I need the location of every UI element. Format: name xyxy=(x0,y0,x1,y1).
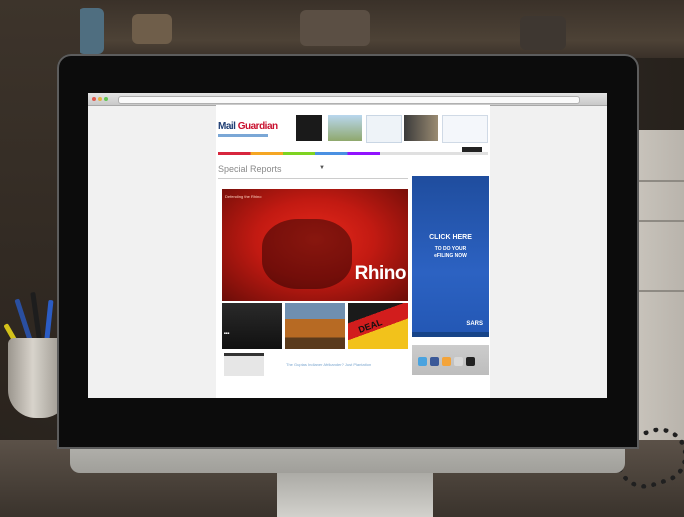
ad-cta-line: TO DO YOUR xyxy=(434,246,467,252)
sidebar-widget[interactable] xyxy=(224,353,264,376)
ad-cta-line: eFILING NOW xyxy=(434,253,467,259)
sars-logo: SARS xyxy=(466,321,483,327)
logo-underline xyxy=(218,134,268,137)
imac-screen: Mail Guardian Special Reports ▼ Defendin… xyxy=(88,93,607,398)
shelf-object xyxy=(300,10,370,46)
ad-cta-heading: CLICK HERE xyxy=(429,234,472,241)
hero-title: Rhino xyxy=(354,263,407,284)
story-thumbnail[interactable] xyxy=(285,303,345,349)
web-page: Mail Guardian Special Reports ▼ Defendin… xyxy=(216,105,490,398)
shelf-object xyxy=(520,16,566,50)
logo-word-mail: Mail xyxy=(218,121,236,132)
divider xyxy=(218,178,408,179)
photo-scene:  Mail Guardian Special Reports ▼ xyxy=(0,0,684,517)
imac-stand xyxy=(277,470,433,517)
logo-word-guardian: Guardian xyxy=(237,121,278,132)
hero-feature[interactable]: Defending the Rhino Rhino xyxy=(222,189,408,301)
window-zoom-button[interactable] xyxy=(104,97,108,101)
ad-footer-strip xyxy=(412,332,489,337)
hero-silhouette xyxy=(262,219,352,289)
sars-efiling-ad[interactable]: CLICK HERE TO DO YOUR eFILING NOW SARS xyxy=(412,176,489,337)
twitter-icon[interactable] xyxy=(418,357,427,366)
facebook-icon[interactable] xyxy=(430,357,439,366)
section-nav-bar[interactable] xyxy=(218,152,488,155)
header-ad-3[interactable] xyxy=(366,115,402,143)
mail-icon[interactable] xyxy=(454,357,463,366)
story-thumbnail[interactable]: ■■■ xyxy=(222,303,282,349)
address-bar[interactable] xyxy=(118,96,580,104)
shelf-object xyxy=(78,8,104,54)
story-thumbnail[interactable]: DEAL xyxy=(348,303,408,349)
header-ad-5[interactable] xyxy=(442,115,488,143)
rss-icon[interactable] xyxy=(442,357,451,366)
header-ad-4[interactable] xyxy=(404,115,438,141)
window-minimize-button[interactable] xyxy=(98,97,102,101)
thumbnail-caption: ■■■ xyxy=(224,331,230,335)
site-logo[interactable]: Mail Guardian xyxy=(218,121,278,132)
social-share-box xyxy=(412,345,489,375)
header-ad-1[interactable] xyxy=(296,115,322,141)
headline-link[interactable]: The Guptas Indianer Afrikander? Just Pla… xyxy=(286,362,371,367)
section-title[interactable]: Special Reports xyxy=(218,164,282,174)
header-ad-2[interactable] xyxy=(328,115,362,141)
shelf-object xyxy=(132,14,172,44)
thumbnail-caption: DEAL xyxy=(357,317,384,335)
chevron-down-icon[interactable]: ▼ xyxy=(319,165,325,171)
window-close-button[interactable] xyxy=(92,97,96,101)
print-icon[interactable] xyxy=(466,357,475,366)
hero-kicker: Defending the Rhino xyxy=(225,194,262,199)
